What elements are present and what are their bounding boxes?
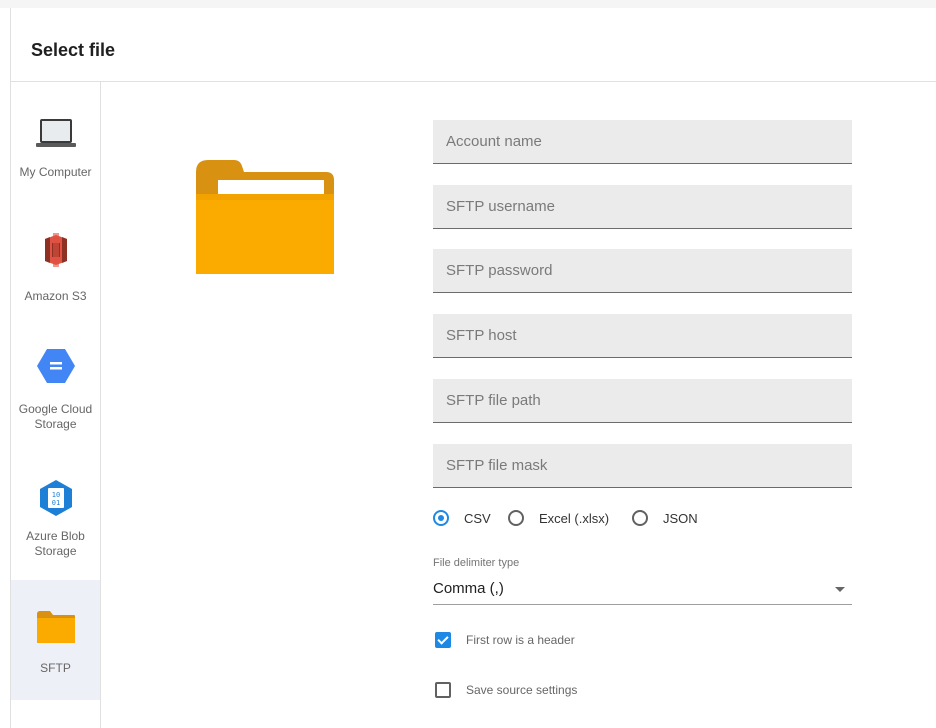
- azure-blob-storage-icon: 10 01: [39, 480, 72, 516]
- radio-unselected-icon[interactable]: [632, 510, 648, 526]
- sidebar-item-label: Azure Blob Storage: [26, 529, 85, 558]
- delimiter-select[interactable]: Comma (,): [433, 575, 852, 605]
- sidebar-item-my-computer[interactable]: My Computer: [11, 82, 100, 207]
- sftp-host-field[interactable]: [433, 314, 852, 358]
- sftp-username-field[interactable]: [433, 185, 852, 229]
- radio-label: CSV: [464, 511, 491, 526]
- laptop-icon: [35, 119, 76, 147]
- sidebar-item-label: SFTP: [40, 661, 71, 675]
- svg-text:01: 01: [51, 499, 59, 507]
- sftp-password-field[interactable]: [433, 249, 852, 293]
- delimiter-label: File delimiter type: [433, 557, 520, 569]
- svg-text:10: 10: [51, 491, 59, 499]
- checkbox-checked-icon[interactable]: [435, 632, 451, 648]
- folder-icon: [196, 160, 334, 274]
- sidebar-item-azure-blob-storage[interactable]: 10 01 Azure Blob Storage: [11, 452, 100, 580]
- caret-down-icon[interactable]: [835, 587, 845, 592]
- sftp-file-path-input[interactable]: [433, 379, 852, 422]
- sftp-file-mask-field[interactable]: [433, 444, 852, 488]
- account-name-field[interactable]: [433, 120, 852, 164]
- sftp-file-mask-input[interactable]: [433, 444, 852, 487]
- google-cloud-storage-icon: [36, 349, 75, 383]
- top-strip: [0, 0, 936, 8]
- amazon-s3-icon: [44, 233, 67, 267]
- sftp-file-path-field[interactable]: [433, 379, 852, 423]
- sidebar-item-sftp[interactable]: SFTP: [11, 580, 100, 700]
- delimiter-value: Comma (,): [433, 580, 504, 597]
- dialog-title: Select file: [31, 40, 116, 60]
- checkbox-label: Save source settings: [466, 683, 578, 697]
- folder-icon: [36, 611, 75, 643]
- account-name-input[interactable]: [433, 120, 852, 163]
- sidebar-item-label: Google Cloud Storage: [18, 402, 93, 431]
- sftp-password-input[interactable]: [433, 249, 852, 292]
- sidebar-item-amazon-s3[interactable]: Amazon S3: [11, 207, 100, 312]
- sidebar-item-label: Amazon S3: [24, 289, 87, 303]
- source-sidebar: My Computer Amazon S3 Google Cloud Stora…: [10, 82, 101, 728]
- sftp-username-input[interactable]: [433, 185, 852, 228]
- checkbox-unchecked-icon[interactable]: [435, 682, 451, 698]
- radio-label: JSON: [663, 511, 698, 526]
- checkbox-label: First row is a header: [466, 633, 575, 647]
- radio-label: Excel (.xlsx): [539, 511, 610, 526]
- sidebar-item-google-cloud-storage[interactable]: Google Cloud Storage: [11, 330, 100, 452]
- dialog-header: Select file: [10, 8, 936, 82]
- radio-selected-icon[interactable]: [433, 510, 449, 526]
- sidebar-item-label: My Computer: [19, 165, 92, 179]
- radio-unselected-icon[interactable]: [508, 510, 524, 526]
- sftp-host-input[interactable]: [433, 314, 852, 357]
